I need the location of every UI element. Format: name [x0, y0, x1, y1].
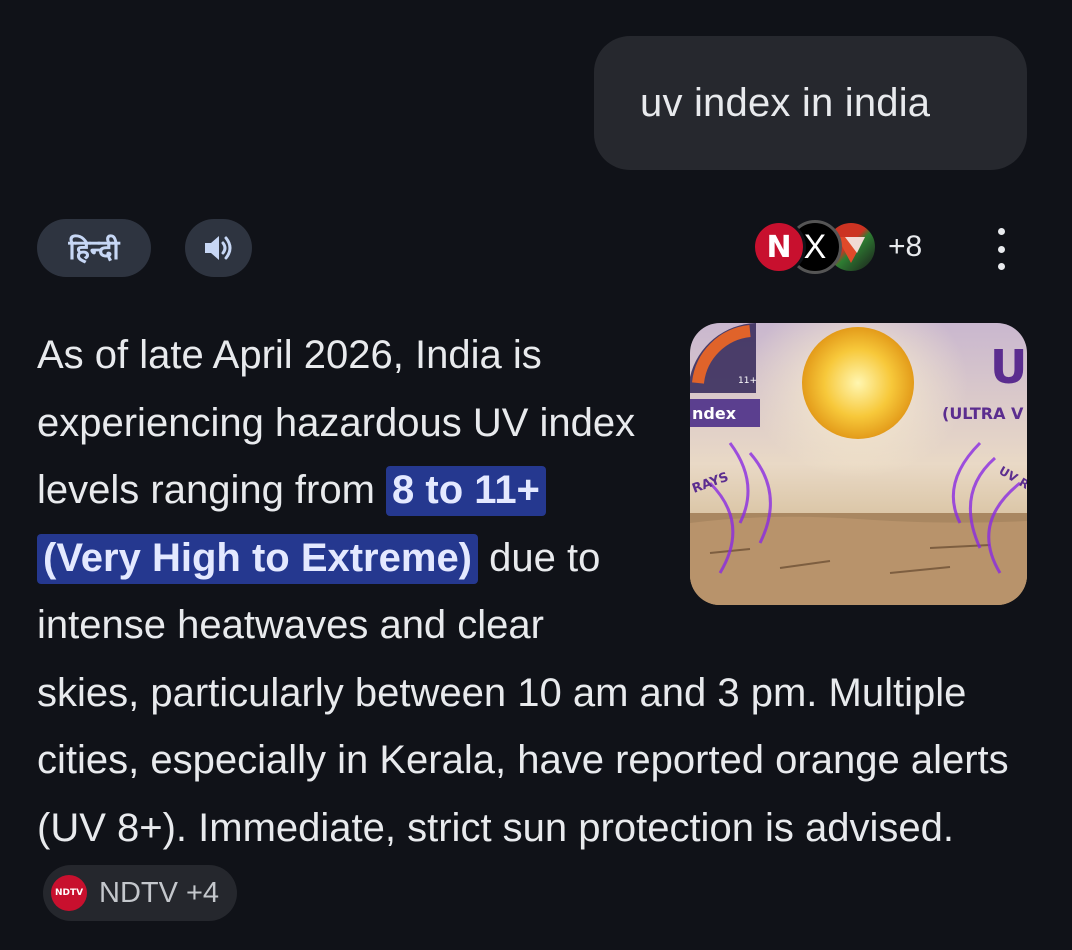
ai-answer-view: uv index in india हिन्दी N X +8 11+ ndex… — [0, 0, 1072, 950]
more-vert-dot — [997, 245, 1005, 253]
ndtv-logo-icon: N — [752, 220, 806, 274]
citation-chip[interactable]: NDTV NDTV +4 — [43, 865, 238, 922]
read-aloud-button[interactable] — [185, 219, 252, 277]
language-toggle-button[interactable]: हिन्दी — [37, 219, 151, 277]
ndtv-citation-icon: NDTV — [51, 875, 87, 912]
speaker-icon — [204, 236, 231, 260]
more-vert-icon — [997, 228, 1005, 235]
answer-paragraph: As of late April 2026, India is experien… — [37, 322, 1037, 930]
citation-label: NDTV +4 — [99, 876, 220, 909]
user-query-text: uv index in india — [640, 80, 931, 125]
user-query-bubble: uv index in india — [594, 36, 1027, 170]
more-vert-dot — [997, 263, 1005, 270]
sources-stack[interactable]: N X +8 — [752, 218, 922, 276]
thumbnail-spacer — [647, 322, 1037, 612]
more-options-button[interactable] — [988, 228, 1014, 270]
sources-more-count: +8 — [888, 230, 923, 263]
